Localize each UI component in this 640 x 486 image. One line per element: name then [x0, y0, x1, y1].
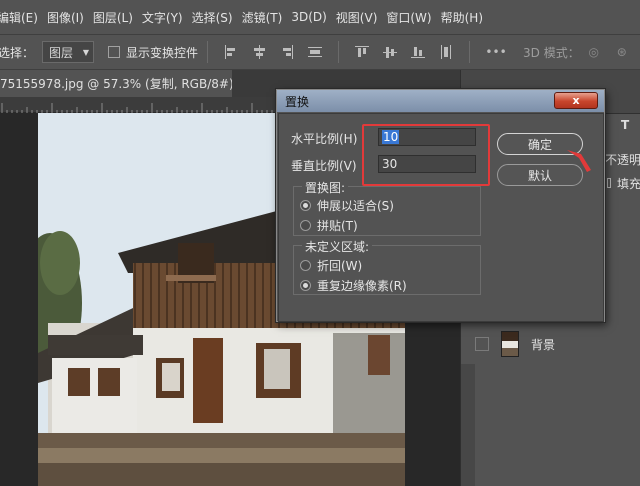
vertical-scale-label: 垂直比例(V) — [291, 159, 357, 173]
repeat-edge-pixels-label: 重复边缘像素(R) — [317, 279, 407, 293]
displacement-map-title: 置换图: — [302, 179, 349, 196]
menu-item[interactable]: 窗口(W) — [386, 9, 440, 26]
wrap-around-label: 折回(W) — [317, 259, 363, 273]
align-center-icon[interactable] — [251, 44, 267, 60]
align-top-icon[interactable] — [354, 44, 370, 60]
menu-item[interactable]: 帮助(H) — [441, 9, 492, 26]
mode-3d-label: 3D 模式： — [523, 45, 580, 60]
align-left-icon[interactable] — [223, 44, 239, 60]
menu-item[interactable]: 选择(S) — [192, 9, 242, 26]
horizontal-scale-label: 水平比例(H) — [291, 132, 358, 146]
distribute-vertical-icon[interactable] — [438, 44, 454, 60]
divider — [469, 41, 471, 63]
layer-visibility-toggle[interactable] — [475, 337, 489, 351]
tile-radio[interactable]: 拼贴(T) — [300, 217, 358, 234]
show-transform-label: 显示变换控件 — [126, 45, 199, 60]
radio-indicator — [300, 220, 311, 231]
more-options-icon[interactable]: ••• — [485, 44, 507, 60]
lock-icon[interactable] — [607, 178, 611, 188]
highlight-box — [362, 124, 490, 186]
dialog-titlebar[interactable]: 置换 x — [277, 90, 604, 112]
close-button[interactable]: x — [554, 92, 598, 109]
roll-3d-icon[interactable]: ⊛ — [614, 44, 630, 60]
radio-indicator — [300, 280, 311, 291]
align-middle-icon[interactable] — [382, 44, 398, 60]
opacity-label: 不透明度 — [605, 152, 640, 167]
menu-bar: 编辑(E) 图像(I) 图层(L) 文字(Y) 选择(S) 滤镜(T) 3D(D) 视图(V)… — [0, 0, 640, 34]
distribute-horizontal-icon[interactable] — [307, 44, 323, 60]
tile-label: 拼贴(T) — [317, 219, 358, 233]
repeat-edge-pixels-radio[interactable]: 重复边缘像素(R) — [300, 277, 407, 294]
dialog-title: 置换 — [285, 94, 310, 109]
layer-name: 背景 — [531, 337, 556, 352]
displace-dialog: 置换 x 水平比例(H) 10 垂直比例(V) 30 置换图: 伸展以适合(S)… — [276, 89, 605, 322]
ok-button-label: 确定 — [527, 137, 552, 152]
document-tab-title: 75155978.jpg @ 57.3% (复制, RGB/8#) * — [0, 77, 232, 91]
displacement-map-group: 置换图: 伸展以适合(S) 拼贴(T) — [293, 179, 481, 236]
divider — [338, 41, 340, 63]
chevron-down-icon: ▼ — [82, 47, 90, 57]
rotate-3d-icon[interactable]: ◎ — [586, 44, 602, 60]
text-layer-icon[interactable]: T — [621, 118, 629, 132]
layer-row-background[interactable]: 背景 — [475, 326, 640, 362]
default-button-label: 默认 — [527, 168, 552, 183]
undefined-areas-group: 未定义区域: 折回(W) 重复边缘像素(R) — [293, 238, 481, 295]
undefined-areas-title: 未定义区域: — [302, 238, 373, 255]
menu-item[interactable]: 图层(L) — [93, 9, 142, 26]
menu-item[interactable]: 编辑(E) — [0, 9, 47, 26]
options-bar: 选择： 图层 ▼ 显示变换控件 ••• 3D 模式： ◎ ⊛ — [0, 34, 640, 70]
layer-select-dropdown[interactable]: 图层 ▼ — [42, 41, 95, 63]
menu-item[interactable]: 图像(I) — [47, 9, 93, 26]
document-tab[interactable]: 75155978.jpg @ 57.3% (复制, RGB/8#) * × — [0, 70, 232, 97]
layer-select-value: 图层 — [49, 45, 74, 60]
radio-indicator — [300, 200, 311, 211]
menu-item[interactable]: 文字(Y) — [142, 9, 192, 26]
panel-empty-area — [461, 364, 640, 486]
default-button[interactable]: 默认 — [497, 164, 583, 186]
divider — [207, 41, 209, 63]
menu-item[interactable]: 3D(D) — [291, 10, 335, 24]
fill-label: 填充 — [616, 176, 640, 191]
radio-indicator — [300, 260, 311, 271]
align-bottom-icon[interactable] — [410, 44, 426, 60]
align-right-icon[interactable] — [279, 44, 295, 60]
stretch-to-fit-label: 伸展以适合(S) — [317, 199, 394, 213]
layer-thumbnail — [501, 331, 519, 357]
menu-item[interactable]: 滤镜(T) — [242, 9, 292, 26]
dialog-body: 水平比例(H) 10 垂直比例(V) 30 置换图: 伸展以适合(S) 拼贴(T… — [278, 113, 604, 322]
menu-item[interactable]: 视图(V) — [336, 9, 387, 26]
select-label: 选择： — [0, 45, 35, 60]
show-transform-checkbox[interactable] — [108, 46, 121, 58]
stretch-to-fit-radio[interactable]: 伸展以适合(S) — [300, 197, 394, 214]
wrap-around-radio[interactable]: 折回(W) — [300, 257, 362, 274]
